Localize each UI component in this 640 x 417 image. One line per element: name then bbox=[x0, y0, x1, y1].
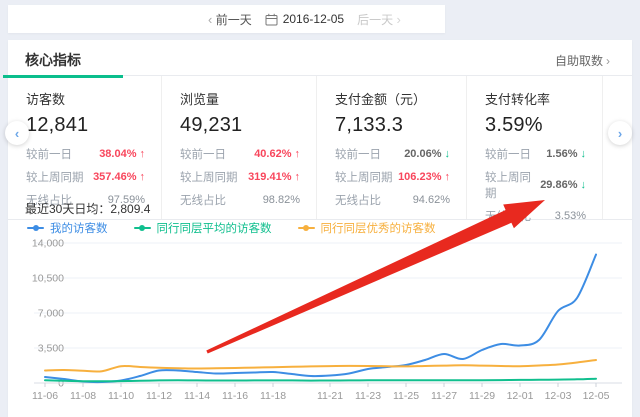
metric-label: 支付金额（元） bbox=[335, 89, 450, 108]
svg-text:3,500: 3,500 bbox=[38, 343, 64, 355]
metric-row: 较上周同期29.86%↓ bbox=[485, 169, 586, 201]
svg-text:14,000: 14,000 bbox=[32, 238, 64, 250]
svg-text:11-14: 11-14 bbox=[184, 390, 210, 402]
up-arrow-icon: ↑ bbox=[140, 148, 146, 160]
metric-card-payment-amount[interactable]: 支付金额（元） 7,133.3 较前一日20.06%↓ 较上周同期106.23%… bbox=[317, 76, 467, 219]
metric-cards-row: 访客数 12,841 较前一日38.04%↑ 较上周同期357.46%↑ 无线占… bbox=[8, 75, 632, 220]
carousel-prev-button[interactable]: ‹ bbox=[5, 121, 29, 145]
metric-card-conversion-rate[interactable]: 支付转化率 3.59% 较前一日1.56%↓ 较上周同期29.86%↓ 无线转化… bbox=[467, 76, 603, 219]
current-date: 2016-12-05 bbox=[283, 12, 344, 26]
up-arrow-icon: ↑ bbox=[445, 171, 451, 183]
metric-card-pageviews[interactable]: 浏览量 49,231 较前一日40.62%↑ 较上周同期319.41%↑ 无线占… bbox=[162, 76, 317, 219]
chevron-left-icon: ‹ bbox=[208, 12, 212, 27]
metric-row: 无线转化3.53% bbox=[485, 208, 586, 224]
metric-label: 浏览量 bbox=[180, 89, 300, 108]
svg-text:11-16: 11-16 bbox=[222, 390, 248, 402]
legend-line-marker bbox=[134, 227, 151, 229]
visitors-chart[interactable]: 03,5007,00010,50014,00011-0611-0811-1011… bbox=[18, 236, 630, 408]
metric-row: 较前一日20.06%↓ bbox=[335, 146, 450, 162]
metric-row: 较前一日1.56%↓ bbox=[485, 146, 586, 162]
metric-row: 较上周同期357.46%↑ bbox=[26, 169, 145, 185]
cards-row-filler bbox=[603, 76, 632, 219]
metric-card-visitors[interactable]: 访客数 12,841 较前一日38.04%↑ 较上周同期357.46%↑ 无线占… bbox=[8, 76, 162, 219]
calendar-icon bbox=[265, 13, 278, 26]
metric-value: 3.59% bbox=[485, 114, 586, 137]
metric-row: 较前一日40.62%↑ bbox=[180, 146, 300, 162]
down-arrow-icon: ↓ bbox=[581, 179, 587, 191]
up-arrow-icon: ↑ bbox=[295, 171, 301, 183]
up-arrow-icon: ↑ bbox=[140, 171, 146, 183]
metric-value: 7,133.3 bbox=[335, 114, 450, 137]
metric-row: 较上周同期319.41%↑ bbox=[180, 169, 300, 185]
svg-text:10,500: 10,500 bbox=[32, 273, 64, 285]
panel-title: 核心指标 bbox=[25, 50, 81, 70]
svg-text:11-10: 11-10 bbox=[108, 390, 134, 402]
self-service-data-link[interactable]: 自助取数› bbox=[555, 52, 610, 69]
svg-text:12-03: 12-03 bbox=[545, 390, 572, 402]
metric-row: 较上周同期106.23%↑ bbox=[335, 169, 450, 185]
date-toolbar: ‹ 前一天 2016-12-05 后一天 › bbox=[8, 5, 445, 33]
metric-value: 49,231 bbox=[180, 114, 300, 137]
legend-item-peer-excellent[interactable]: 同行同层优秀的访客数 bbox=[298, 220, 436, 236]
svg-text:11-21: 11-21 bbox=[317, 390, 343, 402]
active-tab-indicator bbox=[3, 75, 123, 78]
down-arrow-icon: ↓ bbox=[581, 148, 587, 160]
chevron-right-icon: › bbox=[396, 12, 400, 27]
metric-value: 12,841 bbox=[26, 114, 145, 137]
svg-text:11-08: 11-08 bbox=[70, 390, 96, 402]
next-day-button[interactable]: 后一天 › bbox=[357, 11, 401, 28]
legend-line-marker bbox=[27, 227, 44, 229]
carousel-next-button[interactable]: › bbox=[608, 121, 632, 145]
metric-row: 较前一日38.04%↑ bbox=[26, 146, 145, 162]
prev-day-button[interactable]: ‹ 前一天 bbox=[208, 11, 252, 28]
svg-text:7,000: 7,000 bbox=[38, 308, 64, 320]
date-picker[interactable]: 2016-12-05 bbox=[265, 12, 344, 26]
core-metrics-panel: 核心指标 自助取数› 访客数 12,841 较前一日38.04%↑ 较上周同期3… bbox=[8, 40, 632, 417]
svg-text:11-25: 11-25 bbox=[393, 390, 419, 402]
svg-text:11-06: 11-06 bbox=[32, 390, 58, 402]
legend-line-marker bbox=[298, 227, 315, 229]
chart-legend: 我的访客数 同行同层平均的访客数 同行同层优秀的访客数 bbox=[27, 220, 436, 236]
svg-text:11-12: 11-12 bbox=[146, 390, 172, 402]
legend-item-my-visitors[interactable]: 我的访客数 bbox=[27, 220, 108, 236]
date-navigation: ‹ 前一天 2016-12-05 后一天 › bbox=[208, 5, 401, 33]
svg-text:12-01: 12-01 bbox=[507, 390, 534, 402]
metric-row: 无线占比94.62% bbox=[335, 192, 450, 208]
up-arrow-icon: ↑ bbox=[295, 148, 301, 160]
svg-text:12-05: 12-05 bbox=[583, 390, 610, 402]
panel-header: 核心指标 自助取数› bbox=[8, 40, 632, 75]
metric-row: 无线占比98.82% bbox=[180, 192, 300, 208]
down-arrow-icon: ↓ bbox=[445, 148, 451, 160]
legend-item-peer-average[interactable]: 同行同层平均的访客数 bbox=[134, 220, 272, 236]
svg-text:11-27: 11-27 bbox=[431, 390, 457, 402]
chevron-right-icon: › bbox=[606, 54, 610, 68]
chart-title: 最近30天日均：2,809.4 bbox=[25, 200, 150, 217]
svg-text:11-29: 11-29 bbox=[469, 390, 495, 402]
svg-text:11-18: 11-18 bbox=[260, 390, 286, 402]
svg-text:11-23: 11-23 bbox=[355, 390, 381, 402]
metric-label: 访客数 bbox=[26, 89, 145, 108]
metric-label: 支付转化率 bbox=[485, 89, 586, 108]
